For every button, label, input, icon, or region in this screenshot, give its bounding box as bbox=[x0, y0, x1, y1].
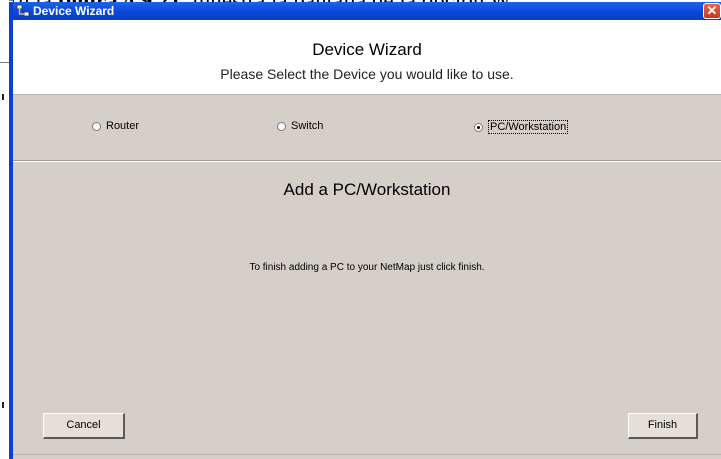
window-title: Device Wizard bbox=[33, 4, 115, 18]
section-title: Add a PC/Workstation bbox=[283, 180, 451, 199]
wizard-header: Device Wizard Please Select the Device y… bbox=[13, 20, 721, 95]
network-app-icon bbox=[16, 4, 30, 18]
device-selection-group: Router Switch PC/Workstation bbox=[13, 95, 721, 161]
instruction-message: To finish adding a PC to your NetMap jus… bbox=[249, 262, 485, 273]
edge-tick-top bbox=[2, 94, 4, 100]
router-radio-icon bbox=[92, 121, 101, 131]
switch-radio-label: Switch bbox=[291, 120, 324, 132]
close-icon: ✕ bbox=[706, 3, 718, 18]
pc-workstation-radio[interactable]: PC/Workstation bbox=[474, 120, 569, 134]
section-divider bbox=[13, 160, 721, 162]
edge-tick-bottom bbox=[2, 402, 4, 408]
router-radio-label: Router bbox=[106, 120, 140, 132]
switch-radio-icon bbox=[277, 121, 286, 131]
pc-workstation-radio-selected-icon bbox=[474, 122, 483, 132]
bottom-border bbox=[13, 454, 721, 455]
wizard-title: Device Wizard bbox=[312, 40, 422, 59]
pc-workstation-radio-label: PC/Workstation bbox=[488, 120, 569, 134]
background-window-edge bbox=[0, 0, 9, 459]
router-radio[interactable]: Router bbox=[92, 120, 139, 132]
cancel-button[interactable]: Cancel bbox=[43, 413, 125, 439]
wizard-subtitle: Please Select the Device you would like … bbox=[220, 66, 514, 82]
close-button[interactable]: ✕ bbox=[703, 3, 721, 19]
switch-radio[interactable]: Switch bbox=[277, 120, 323, 132]
title-bar[interactable]: Device Wizard ✕ bbox=[13, 2, 721, 20]
finish-button[interactable]: Finish bbox=[628, 413, 698, 439]
device-wizard-window: Device Wizard ✕ Device Wizard Please Sel… bbox=[9, 2, 721, 459]
edge-divider bbox=[0, 62, 9, 63]
